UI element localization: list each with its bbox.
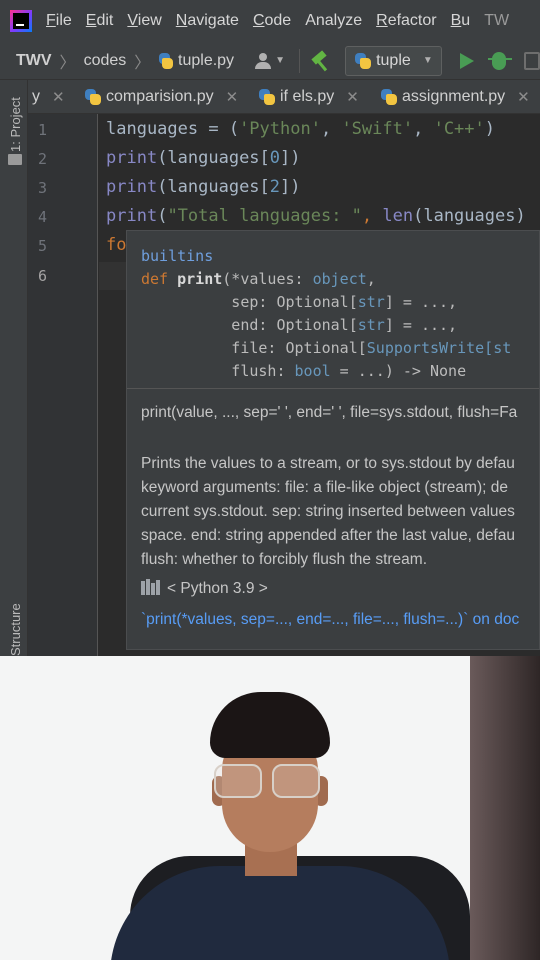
line-number-current: 6 [38, 267, 48, 285]
doc-signature-line: flush: bool = ...) -> None [141, 362, 467, 380]
editor-tabs: y ✕ comparision.py ✕ if els.py ✕ assignm… [28, 80, 540, 114]
python-file-icon [258, 88, 276, 106]
code-line[interactable]: print(languages[0]) [106, 148, 301, 168]
tab-label: assignment.py [402, 88, 506, 105]
coverage-icon[interactable] [523, 51, 540, 70]
python-file-icon [158, 52, 174, 70]
line-number: 2 [38, 150, 48, 168]
close-icon[interactable]: ✕ [226, 88, 239, 106]
tab-label: if els.py [280, 88, 335, 105]
folder-icon [8, 154, 22, 165]
chevron-down-icon: ▼ [422, 55, 433, 66]
python-file-icon [380, 88, 398, 106]
line-number-gutter: 1 2 3 4 5 6 [28, 114, 98, 656]
external-doc-link[interactable]: `print(*values, sep=..., end=..., file=.… [141, 611, 519, 629]
doc-signature-line: end: Optional[str] = ..., [141, 316, 458, 334]
doc-description-line: Prints the values to a stream, or to sys… [141, 455, 515, 472]
tab-comparision[interactable]: comparision.py ✕ [84, 80, 239, 113]
structure-tool-window-button[interactable]: Structure [8, 603, 23, 656]
tab-previous[interactable]: y ✕ [32, 80, 65, 113]
chevron-right-icon: 〉 [59, 54, 76, 72]
toolbar-divider [298, 48, 300, 73]
webcam-person-hair [210, 692, 330, 758]
close-icon[interactable]: ✕ [52, 88, 65, 106]
code-line[interactable]: print("Total languages: ", len(languages… [106, 206, 526, 226]
code-line[interactable]: print(languages[2]) [106, 177, 301, 197]
webcam-background [470, 656, 540, 960]
user-icon [254, 52, 272, 69]
code-line[interactable]: languages = ('Python', 'Swift', 'C++') [106, 119, 495, 139]
tab-label: comparision.py [106, 88, 214, 105]
breadcrumb-file[interactable]: tuple.py [178, 52, 234, 70]
line-number: 3 [38, 179, 48, 197]
doc-description-line: current sys.stdout. sep: string inserted… [141, 503, 515, 520]
tab-label: y [32, 88, 40, 105]
close-icon[interactable]: ✕ [346, 88, 359, 106]
chevron-down-icon: ▼ [275, 55, 285, 66]
breadcrumb-folder[interactable]: codes [84, 52, 127, 70]
debug-bug-icon[interactable] [487, 51, 512, 70]
tab-assignment[interactable]: assignment.py ✕ [380, 80, 530, 113]
navigation-toolbar: TWV 〉 codes 〉 tuple.py ▼ tuple ▼ [0, 42, 540, 80]
doc-module: builtins [141, 247, 214, 265]
left-tool-strip: 1: Project Structure [0, 80, 28, 656]
build-hammer-icon[interactable] [310, 50, 329, 72]
doc-short-signature: print(value, ..., sep=' ', end=' ', file… [141, 404, 518, 421]
tab-if-els[interactable]: if els.py ✕ [258, 80, 359, 113]
close-icon[interactable]: ✕ [517, 88, 530, 106]
doc-library[interactable]: < Python 3.9 > [141, 579, 268, 598]
project-name: TW [484, 12, 510, 29]
doc-library-label: < Python 3.9 > [167, 580, 268, 597]
python-icon [354, 52, 372, 70]
run-configuration-label: tuple [376, 51, 411, 69]
chevron-right-icon: 〉 [134, 54, 151, 72]
code-line[interactable]: fo [106, 235, 126, 255]
doc-description-line: space. end: string appended after the la… [141, 527, 515, 544]
webcam-overlay [0, 656, 540, 960]
run-configuration-select[interactable]: tuple ▼ [345, 45, 442, 76]
line-number: 4 [38, 208, 48, 226]
doc-signature-line: def print(*values: object, [141, 270, 376, 288]
menu-file[interactable]: File [46, 12, 72, 30]
library-icon [141, 579, 161, 595]
doc-signature-line: file: Optional[SupportsWrite[st [141, 339, 512, 357]
run-button[interactable] [459, 52, 474, 69]
doc-description-line: keyword arguments: file: a file-like obj… [141, 479, 508, 496]
doc-signature-line: sep: Optional[str] = ..., [141, 293, 458, 311]
webcam-glasses [212, 764, 322, 800]
pycharm-logo-icon [10, 10, 32, 32]
line-number: 1 [38, 121, 48, 139]
menu-analyze[interactable]: Analyze [305, 12, 362, 30]
menu-bar: File Edit View Navigate Code Analyze Refactor B… [0, 0, 540, 42]
menu-edit[interactable]: Edit [86, 12, 114, 30]
breadcrumb-project[interactable]: TWV [16, 52, 52, 70]
menu-view[interactable]: View [127, 12, 161, 30]
line-number: 5 [38, 237, 48, 255]
menu-navigate[interactable]: Navigate [176, 12, 239, 30]
menu-refactor[interactable]: Refactor [376, 12, 436, 30]
doc-definition-section: builtins def print(*values: object, sep:… [127, 231, 539, 389]
quick-documentation-popup: builtins def print(*values: object, sep:… [126, 230, 540, 650]
python-file-icon [84, 88, 102, 106]
menu-code[interactable]: Code [253, 12, 291, 30]
menu-bu[interactable]: Bu [451, 12, 471, 30]
doc-description-line: flush: whether to forcibly flush the str… [141, 551, 428, 568]
project-tool-window-button[interactable]: 1: Project [8, 97, 23, 152]
vcs-user-button[interactable]: ▼ [254, 52, 285, 69]
